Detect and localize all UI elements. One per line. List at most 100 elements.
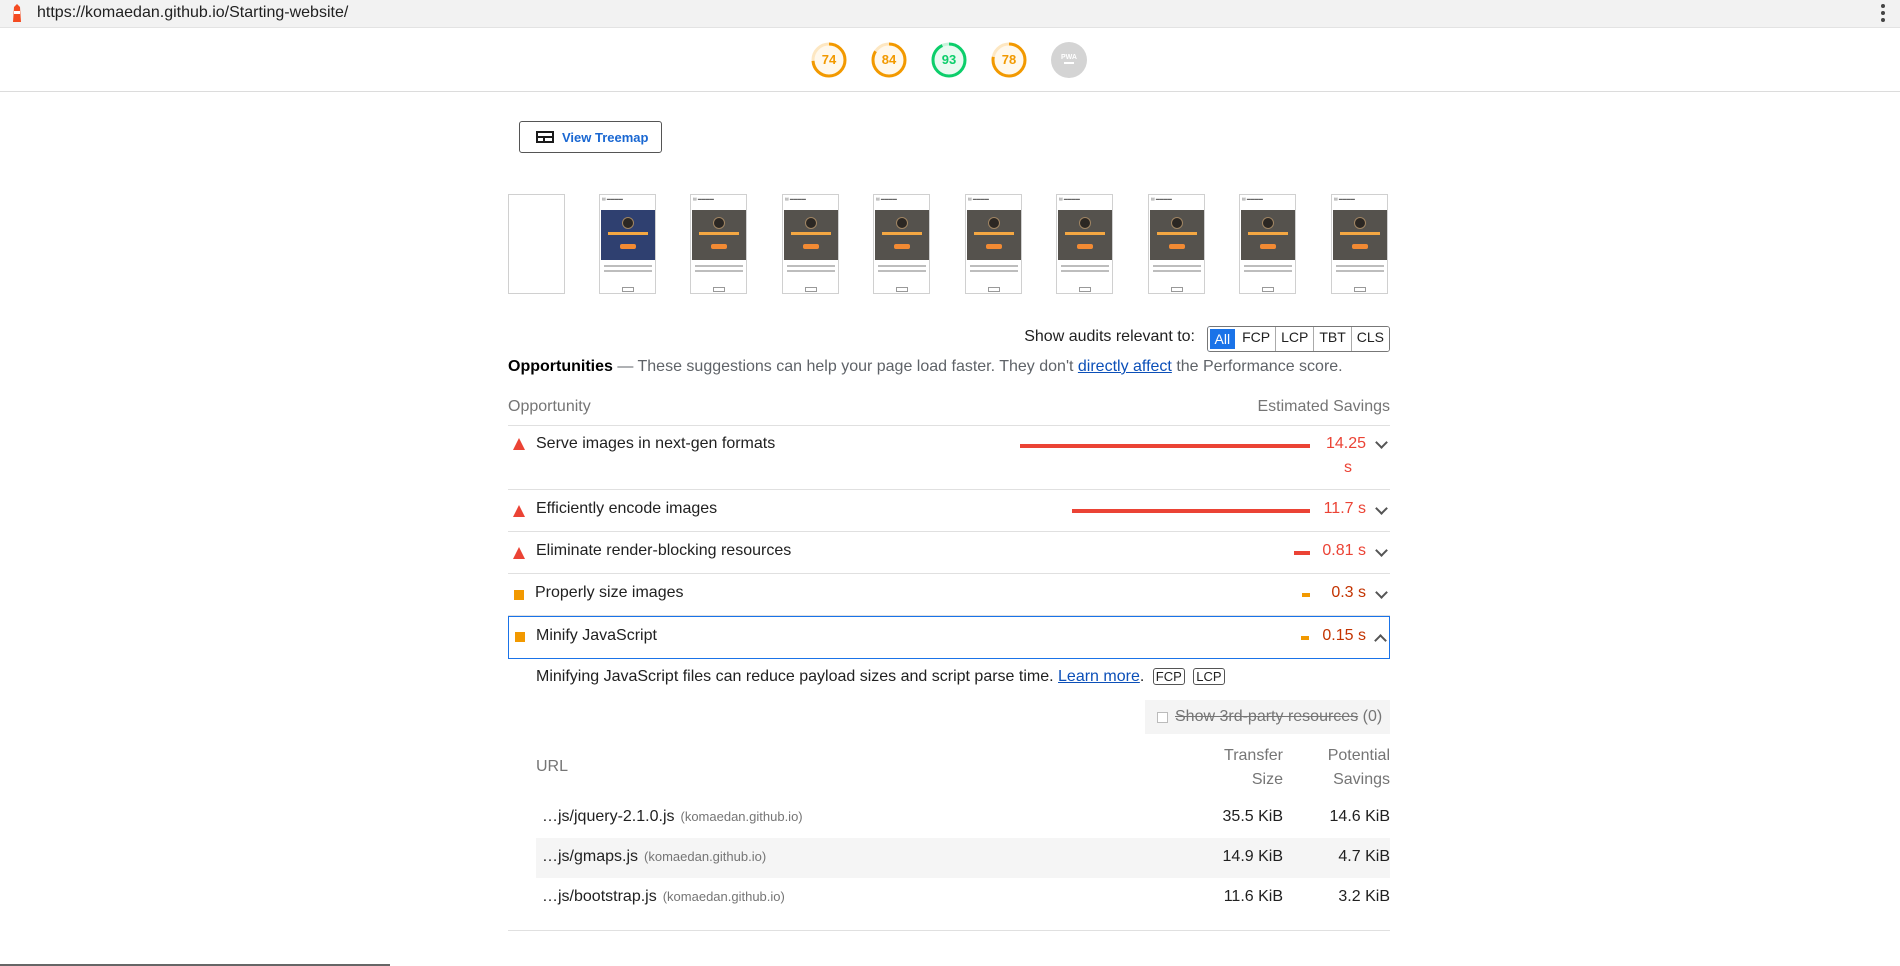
resource-host: (komaedan.github.io) — [644, 849, 767, 864]
opportunities-desc-post: the Performance score. — [1176, 358, 1343, 375]
table-row[interactable]: …js/gmaps.js (komaedan.github.io) 14.9 Ki… — [536, 838, 1390, 878]
column-transfer-size: Transfer Size — [1224, 747, 1283, 788]
filmstrip-frame: ▤ ▬▬▬▬ — [1239, 194, 1296, 294]
resource-host: (komaedan.github.io) — [662, 889, 785, 904]
filter-chip-fcp[interactable]: FCP — [1237, 327, 1277, 351]
audit-details-description: Minifying JavaScript files can reduce pa… — [536, 668, 1225, 686]
more-options-icon[interactable] — [1880, 3, 1886, 23]
column-opportunity: Opportunity — [508, 398, 591, 415]
savings-value: 0.15 s — [1322, 627, 1366, 644]
audit-properly-size-images[interactable]: Properly size images 0.3 s — [508, 574, 1390, 616]
metric-tag-fcp: FCP — [1152, 668, 1185, 685]
resource-url[interactable]: …js/bootstrap.js — [542, 888, 657, 905]
column-url: URL — [536, 758, 569, 775]
score-gauges: 74 84 93 78 PWA — [0, 28, 1900, 92]
savings-unit: s — [1344, 459, 1352, 476]
resource-host: (komaedan.github.io) — [680, 809, 803, 824]
average-square-icon — [514, 590, 524, 600]
filter-chip-cls[interactable]: CLS — [1351, 327, 1389, 351]
lighthouse-icon — [13, 4, 21, 22]
resource-table: URL Transfer Size Potential Savings …js/jq… — [536, 740, 1390, 918]
view-treemap-label: View Treemap — [562, 129, 649, 145]
view-treemap-button[interactable]: View Treemap — [519, 121, 662, 153]
opportunities-table-header: Opportunity Estimated Savings — [508, 396, 1390, 426]
chevron-up-icon[interactable] — [1374, 634, 1387, 647]
savings-value: 11.7 s — [1323, 500, 1366, 517]
audit-filter: Show audits relevant to: All FCP LCP TBT… — [508, 325, 1390, 352]
third-party-checkbox[interactable] — [1157, 712, 1168, 723]
third-party-label: Show 3rd-party resources — [1175, 708, 1359, 725]
column-estimated-savings: Estimated Savings — [1257, 398, 1390, 415]
audit-title: Eliminate render-blocking resources — [536, 542, 792, 559]
filmstrip-frame: ▤ ▬▬▬▬ — [782, 194, 839, 294]
savings-bar — [1293, 551, 1310, 555]
third-party-count: (0) — [1362, 708, 1383, 725]
learn-more-link[interactable]: Learn more — [1058, 668, 1140, 685]
audit-filter-label: Show audits relevant to: — [1024, 328, 1195, 345]
opportunities-description: Opportunities — These suggestions can he… — [508, 358, 1343, 376]
score-gauge-best-practices[interactable]: 93 — [930, 41, 968, 79]
filmstrip-frame: ▤ ▬▬▬▬ — [599, 194, 656, 294]
score-gauge-accessibility[interactable]: 84 — [870, 41, 908, 79]
table-row[interactable]: …js/jquery-2.1.0.js (komaedan.github.io) … — [536, 798, 1390, 838]
potential-savings: 4.7 KiB — [1338, 848, 1390, 865]
filmstrip-frame: ▤ ▬▬▬▬ — [965, 194, 1022, 294]
chevron-down-icon[interactable] — [1375, 502, 1388, 515]
savings-bar — [1071, 509, 1310, 513]
savings-bar — [1302, 593, 1310, 597]
score-gauge-performance[interactable]: 74 — [810, 41, 848, 79]
audit-encode-images[interactable]: Efficiently encode images 11.7 s — [508, 490, 1390, 532]
table-row[interactable]: …js/bootstrap.js (komaedan.github.io) 11.… — [536, 878, 1390, 918]
audit-title: Properly size images — [535, 584, 684, 601]
resource-url[interactable]: …js/gmaps.js — [542, 848, 638, 865]
savings-value: 0.3 s — [1331, 584, 1366, 601]
audit-title: Serve images in next-gen formats — [536, 435, 776, 452]
score-value: 84 — [881, 52, 897, 67]
details-text: Minifying JavaScript files can reduce pa… — [536, 668, 1054, 685]
average-square-icon — [515, 632, 525, 642]
filter-chip-all[interactable]: All — [1207, 327, 1239, 351]
chevron-down-icon[interactable] — [1375, 544, 1388, 557]
filter-chip-tbt[interactable]: TBT — [1314, 327, 1352, 351]
treemap-icon — [536, 131, 554, 143]
opportunities-heading: Opportunities — [508, 358, 613, 375]
filmstrip-frame: ▤ ▬▬▬▬ — [873, 194, 930, 294]
fail-triangle-icon — [513, 438, 525, 450]
score-value: PWA — [1061, 54, 1077, 61]
filmstrip: ▤ ▬▬▬▬ ▤ ▬▬▬▬ ▤ ▬▬▬▬ ▤ ▬▬▬▬ ▤ ▬▬▬▬ ▤ ▬▬▬… — [508, 194, 1390, 294]
transfer-size: 11.6 KiB — [1223, 888, 1283, 905]
filmstrip-frame: ▤ ▬▬▬▬ — [1056, 194, 1113, 294]
potential-savings: 14.6 KiB — [1329, 808, 1390, 825]
audit-title: Minify JavaScript — [536, 627, 657, 644]
metric-tag-lcp: LCP — [1193, 668, 1225, 685]
score-gauge-pwa[interactable]: PWA — [1050, 41, 1088, 79]
resource-url[interactable]: …js/jquery-2.1.0.js — [542, 808, 675, 825]
fail-triangle-icon — [513, 547, 525, 559]
third-party-filter[interactable]: Show 3rd-party resources (0) — [1145, 700, 1390, 734]
chevron-down-icon[interactable] — [1375, 586, 1388, 599]
savings-bar — [1020, 444, 1310, 448]
audit-render-blocking[interactable]: Eliminate render-blocking resources 0.81… — [508, 532, 1390, 574]
transfer-size: 35.5 KiB — [1222, 808, 1283, 825]
resource-table-header: URL Transfer Size Potential Savings — [536, 740, 1390, 798]
filmstrip-frame: ▤ ▬▬▬▬ — [1331, 194, 1388, 294]
score-value: 74 — [821, 52, 837, 67]
score-value: 93 — [941, 52, 957, 67]
audit-filter-chips: All FCP LCP TBT CLS — [1206, 326, 1390, 352]
filmstrip-frame: ▤ ▬▬▬▬ — [1148, 194, 1205, 294]
savings-bar — [1301, 636, 1309, 640]
directly-affect-link[interactable]: directly affect — [1078, 358, 1172, 375]
audit-next-gen-formats[interactable]: Serve images in next-gen formats 14.25 s — [508, 426, 1390, 490]
score-value: 78 — [1001, 52, 1017, 67]
score-gauge-seo[interactable]: 78 — [990, 41, 1028, 79]
chevron-down-icon[interactable] — [1375, 436, 1388, 449]
opportunities-desc-pre: — These suggestions can help your page l… — [617, 358, 1074, 375]
fail-triangle-icon — [513, 505, 525, 517]
filter-chip-lcp[interactable]: LCP — [1276, 327, 1315, 351]
page-url[interactable]: https://komaedan.github.io/Starting-webs… — [37, 4, 348, 22]
potential-savings: 3.2 KiB — [1338, 888, 1390, 905]
filmstrip-frame-blank — [508, 194, 565, 294]
audit-minify-javascript[interactable]: Minify JavaScript 0.15 s — [508, 616, 1390, 659]
savings-value: 0.81 s — [1322, 542, 1366, 559]
divider — [508, 930, 1390, 931]
